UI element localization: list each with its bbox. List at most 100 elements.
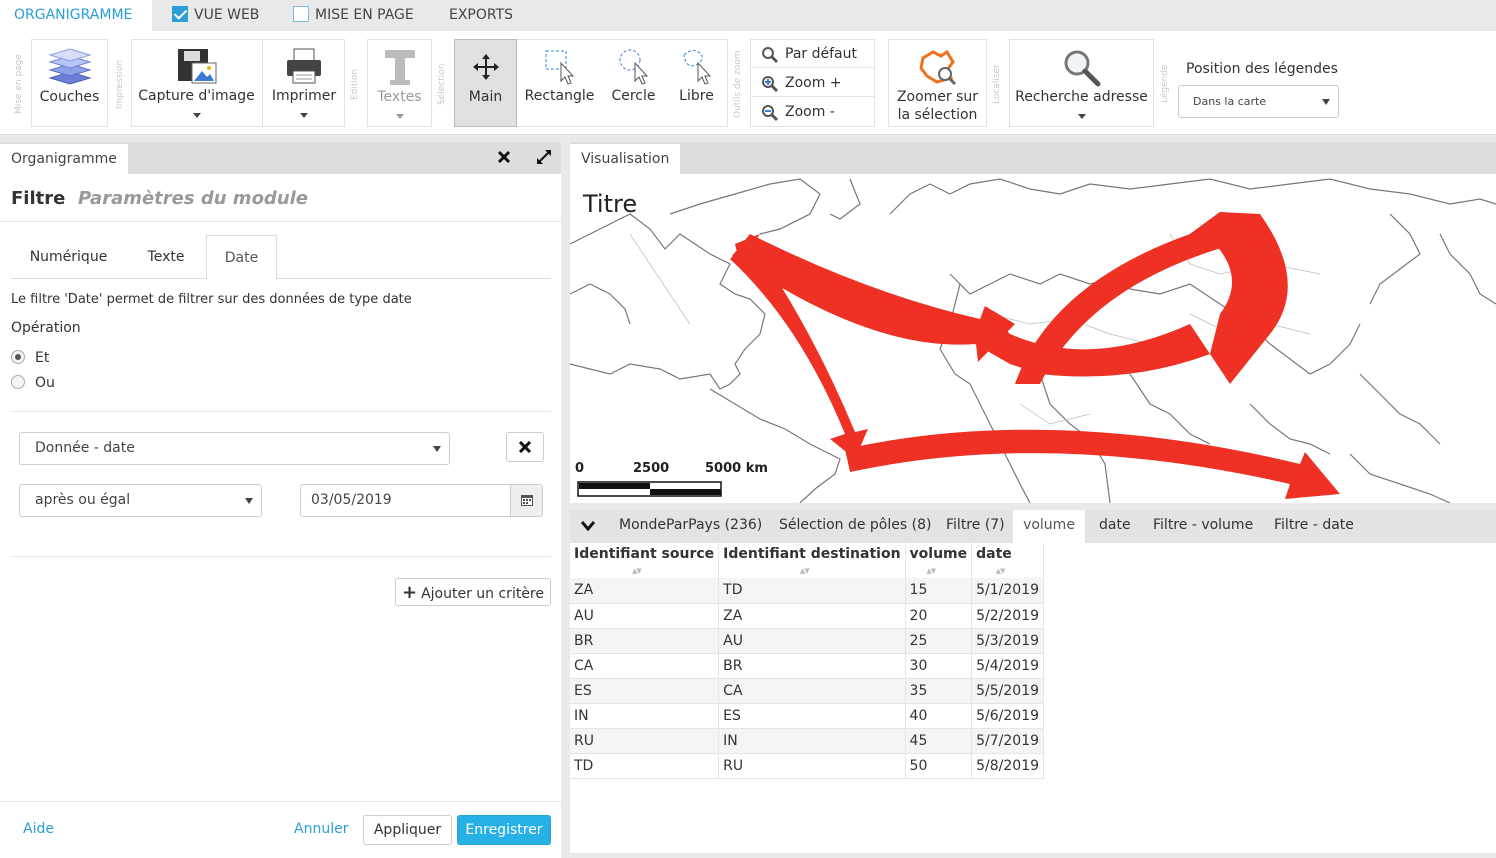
recherche-adresse-button[interactable]: Recherche adresse bbox=[1009, 39, 1154, 127]
close-icon[interactable] bbox=[497, 150, 511, 164]
zoom-group: Par défaut Zoom + Zoom - bbox=[750, 39, 875, 127]
tab-organigramme[interactable]: ORGANIGRAMME bbox=[0, 0, 152, 31]
expand-icon[interactable] bbox=[535, 148, 553, 166]
table-cell: 25 bbox=[905, 628, 973, 654]
table-tab-date[interactable]: date bbox=[1099, 510, 1131, 543]
column-header[interactable]: volume ▲▼ bbox=[905, 543, 973, 578]
table-tab-mondeparpays[interactable]: MondeParPays (236) bbox=[619, 510, 762, 543]
table-cell: TD bbox=[570, 753, 720, 779]
table-tab-label: Filtre - date bbox=[1274, 517, 1354, 533]
ribbon-toolbar: Mise en page Couches Impression Capture … bbox=[0, 31, 1496, 135]
column-header[interactable]: date ▲▼ bbox=[971, 543, 1045, 578]
calendar-button[interactable] bbox=[510, 485, 542, 516]
vue-web-checkbox[interactable] bbox=[172, 6, 188, 22]
map-view[interactable]: Titre 0 2500 5000 km bbox=[570, 174, 1496, 503]
cercle-label: Cercle bbox=[611, 88, 656, 104]
chevron-down-icon[interactable] bbox=[581, 521, 595, 531]
annuler-button[interactable]: Annuler bbox=[294, 821, 348, 837]
text-icon bbox=[384, 50, 415, 85]
radio-et-label: Et bbox=[35, 350, 50, 366]
subtab-texte-label: Texte bbox=[147, 249, 185, 265]
table-row[interactable]: CA BR 30 5/4/2019 bbox=[570, 653, 1045, 679]
appliquer-button[interactable]: Appliquer bbox=[363, 815, 452, 845]
subtab-date-label: Date bbox=[224, 250, 259, 266]
table-tab-label: date bbox=[1099, 517, 1131, 533]
operator-select[interactable]: après ou égal bbox=[19, 484, 262, 517]
flow-arrows bbox=[730, 212, 1340, 499]
sort-icon[interactable]: ▲▼ bbox=[996, 567, 1006, 575]
table-cell: 5/6/2019 bbox=[971, 703, 1045, 729]
table-tab-filtre[interactable]: Filtre (7) bbox=[946, 510, 1005, 543]
main-label: Main bbox=[468, 89, 503, 105]
table-row[interactable]: BR AU 25 5/3/2019 bbox=[570, 628, 1045, 654]
par-defaut-button[interactable]: Par défaut bbox=[751, 40, 874, 68]
column-header[interactable]: Identifiant source ▲▼ bbox=[570, 543, 720, 578]
table-cell: TD bbox=[718, 578, 906, 604]
zoom-in-icon bbox=[762, 76, 779, 93]
flow-arrow-in-es bbox=[975, 324, 1210, 377]
remove-criterion-button[interactable] bbox=[506, 432, 544, 462]
table-row[interactable]: ES CA 35 5/5/2019 bbox=[570, 678, 1045, 704]
sort-icon[interactable]: ▲▼ bbox=[800, 567, 810, 575]
textes-button[interactable]: Textes bbox=[367, 39, 432, 127]
sort-icon[interactable]: ▲▼ bbox=[632, 567, 642, 575]
group-label-mise-en-page: Mise en page bbox=[14, 54, 24, 114]
table-tab-volume[interactable]: volume bbox=[1013, 510, 1085, 543]
main-button[interactable]: Main bbox=[454, 39, 517, 127]
enregistrer-button[interactable]: Enregistrer bbox=[457, 815, 551, 845]
table-tab-filtre-date[interactable]: Filtre - date bbox=[1274, 510, 1354, 543]
table-row[interactable]: ZA TD 15 5/1/2019 bbox=[570, 578, 1045, 604]
rectangle-button[interactable]: Rectangle bbox=[517, 39, 602, 127]
table-cell: 15 bbox=[905, 578, 973, 604]
divider bbox=[0, 801, 561, 802]
couches-button[interactable]: Couches bbox=[31, 39, 108, 127]
zoom-minus-label: Zoom - bbox=[785, 104, 835, 120]
divider bbox=[11, 556, 551, 557]
left-panel-tab-bar: Organigramme bbox=[0, 142, 561, 174]
table-row[interactable]: AU ZA 20 5/2/2019 bbox=[570, 603, 1045, 629]
table-tab-label: Filtre - volume bbox=[1153, 517, 1254, 533]
zoom-minus-button[interactable]: Zoom - bbox=[751, 98, 874, 126]
table-tab-filtre-volume[interactable]: Filtre - volume bbox=[1153, 510, 1253, 543]
libre-label: Libre bbox=[679, 88, 714, 104]
mise-en-page-checkbox[interactable] bbox=[293, 6, 309, 22]
printer-icon bbox=[287, 48, 321, 84]
capture-image-button[interactable]: Capture d'image bbox=[131, 39, 262, 127]
date-field[interactable]: 03/05/2019 bbox=[300, 484, 543, 517]
tab-exports-label: EXPORTS bbox=[449, 7, 514, 23]
zoomer-selection-button[interactable]: Zoomer sur la sélection bbox=[888, 39, 987, 127]
radio-et[interactable]: Et bbox=[11, 350, 49, 366]
table-row[interactable]: TD RU 50 5/8/2019 bbox=[570, 753, 1045, 779]
imprimer-button[interactable]: Imprimer bbox=[263, 39, 345, 127]
subtab-date[interactable]: Date bbox=[206, 235, 277, 280]
cercle-button[interactable]: Cercle bbox=[602, 39, 665, 127]
table-tab-selection-poles[interactable]: Sélection de pôles (8) bbox=[779, 510, 931, 543]
scale-label-5000: 5000 km bbox=[705, 461, 768, 476]
position-legendes-select[interactable]: Dans la carte bbox=[1178, 85, 1339, 118]
table-cell: 5/3/2019 bbox=[971, 628, 1045, 654]
module-params-subtitle[interactable]: Paramètres du module bbox=[78, 188, 308, 209]
table-cell: 20 bbox=[905, 603, 973, 629]
zoom-plus-button[interactable]: Zoom + bbox=[751, 69, 874, 97]
tab-mise-en-page[interactable]: MISE EN PAGE bbox=[279, 0, 428, 31]
subtab-numerique[interactable]: Numérique bbox=[11, 235, 126, 279]
libre-button[interactable]: Libre bbox=[665, 39, 728, 127]
add-criterion-button[interactable]: + Ajouter un critère bbox=[395, 578, 551, 606]
table-row[interactable]: IN ES 40 5/6/2019 bbox=[570, 703, 1045, 729]
radio-ou[interactable]: Ou bbox=[11, 375, 55, 391]
column-header[interactable]: Identifiant destination ▲▼ bbox=[718, 543, 906, 578]
field-select[interactable]: Donnée - date bbox=[19, 432, 450, 465]
radio-et-button[interactable] bbox=[11, 350, 25, 364]
subtab-texte[interactable]: Texte bbox=[126, 235, 206, 279]
radio-ou-button[interactable] bbox=[11, 375, 25, 389]
enregistrer-label: Enregistrer bbox=[465, 822, 543, 838]
tab-vue-web[interactable]: VUE WEB bbox=[158, 0, 273, 31]
aide-link[interactable]: Aide bbox=[23, 821, 54, 837]
tab-visualisation[interactable]: Visualisation bbox=[570, 142, 681, 174]
imprimer-label: Imprimer bbox=[271, 88, 337, 104]
sort-icon[interactable]: ▲▼ bbox=[926, 567, 936, 575]
floppy-image-icon bbox=[177, 49, 216, 84]
table-row[interactable]: RU IN 45 5/7/2019 bbox=[570, 728, 1045, 754]
tab-exports[interactable]: EXPORTS bbox=[435, 0, 527, 31]
tab-organigramme-panel[interactable]: Organigramme bbox=[0, 142, 128, 174]
